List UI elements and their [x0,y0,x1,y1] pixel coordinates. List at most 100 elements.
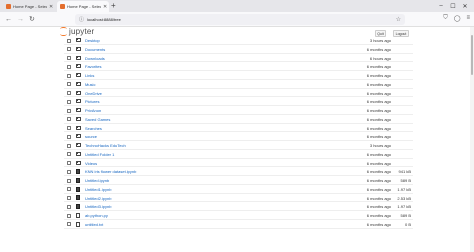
modified-time: 6 months ago [366,90,391,96]
row-checkbox[interactable] [67,82,71,87]
file-name-link[interactable]: Pictures [85,99,99,104]
file-name-link[interactable]: Untitled1.ipynb [85,187,111,192]
folder-icon [76,142,81,148]
folder-icon [76,46,81,51]
file-row[interactable]: PrivAnon 6 months ago [64,106,413,115]
close-window-icon[interactable]: ✕ [459,3,471,10]
tab-title: Home Page - Select or create [67,4,101,9]
file-row[interactable]: OneDrive 6 months ago [64,89,413,98]
file-row[interactable]: Untitled Folder 1 6 months ago [64,150,413,159]
row-checkbox[interactable] [67,117,71,122]
file-row[interactable]: source 6 months ago [64,132,413,141]
row-checkbox[interactable] [67,196,71,200]
new-tab-icon[interactable]: + [111,1,116,11]
jupyter-logo-icon [60,27,67,36]
back-icon[interactable]: ← [5,15,12,24]
file-row[interactable]: Untitled3.ipynb 6 months ago 1.97 kB [64,202,413,211]
modified-time: 6 months ago [366,221,391,227]
file-row[interactable]: Saved Games 6 months ago [64,115,413,124]
file-name-link[interactable]: source [85,134,97,139]
file-row[interactable]: KNN iris flower dataset.ipynb 6 months ag… [64,167,413,176]
file-row[interactable]: Videos 6 months ago [64,159,413,168]
row-checkbox[interactable] [67,161,71,165]
row-checkbox[interactable] [67,47,71,52]
jupyter-logo[interactable]: jupyter [60,27,94,36]
file-row[interactable]: Downloads 6 hours ago [64,54,413,63]
folder-icon [76,125,81,130]
file-row[interactable]: Untitled1.ipynb 6 months ago 1.97 kB [64,185,413,194]
page-info-icon[interactable]: ⓘ [79,16,84,23]
file-row[interactable]: Desktop 3 hours ago [64,36,413,45]
file-name-link[interactable]: Music [85,82,95,87]
file-row[interactable]: untitled.txt 6 months ago 0 B [64,220,413,229]
row-checkbox[interactable] [67,126,71,130]
reload-icon[interactable]: ↻ [29,15,35,24]
folder-icon [76,72,81,78]
scrollbar[interactable] [470,27,474,252]
row-checkbox[interactable] [67,169,71,174]
maximize-icon[interactable]: ☐ [447,3,459,10]
file-row[interactable]: Music 6 months ago [64,80,413,89]
modified-time: 6 months ago [366,213,391,218]
file-name-link[interactable]: Downloads [85,56,105,61]
notebook-icon [76,169,80,175]
url-text: localhost:8888/tree [87,17,121,22]
file-name-link[interactable]: Untitled2.ipynb [85,196,111,201]
file-name-link[interactable]: Videos [85,161,97,166]
file-name-link[interactable]: TechnoHacks EduTech [85,143,126,148]
close-tab-icon[interactable]: ✕ [103,4,107,10]
file-name-link[interactable]: Links [85,73,94,78]
browser-tab-1[interactable]: Home Page - Select or create ✕ [3,1,55,12]
row-checkbox[interactable] [67,187,71,192]
row-checkbox[interactable] [67,143,71,148]
row-checkbox[interactable] [67,56,71,60]
window-controls: – ☐ ✕ [435,0,471,12]
row-checkbox[interactable] [67,99,71,104]
file-row[interactable]: ab.python.py 6 months ago 589 B [64,211,413,220]
file-name-link[interactable]: Favorites [85,64,101,69]
scrollbar-thumb[interactable] [471,35,473,75]
row-checkbox[interactable] [67,213,71,218]
file-row[interactable]: Untitled.ipynb 6 months ago 589 B [64,176,413,185]
row-checkbox[interactable] [67,152,71,157]
file-name-link[interactable]: KNN iris flower dataset.ipynb [85,169,136,174]
shield-icon[interactable]: ⛉ [443,15,448,22]
row-checkbox[interactable] [67,134,71,139]
bookmark-star-icon[interactable]: ☆ [396,16,401,23]
file-name-link[interactable]: untitled.txt [85,222,103,227]
file-name-link[interactable]: Untitled3.ipynb [85,204,111,209]
forward-icon[interactable]: → [17,15,24,24]
file-row[interactable]: TechnoHacks EduTech 3 hours ago [64,141,413,150]
close-tab-icon[interactable]: ✕ [49,4,53,10]
file-row[interactable]: Documents 6 months ago [64,45,413,54]
row-checkbox[interactable] [67,204,71,209]
file-row[interactable]: Untitled2.ipynb 6 months ago 2.53 kB [64,194,413,203]
browser-tab-2[interactable]: Home Page - Select or create ✕ [57,1,109,12]
menu-icon[interactable]: ≡ [466,15,470,22]
file-size: 1.97 kB [397,186,411,192]
row-checkbox[interactable] [67,73,71,78]
row-checkbox[interactable] [67,108,71,113]
row-checkbox[interactable] [67,222,71,227]
account-icon[interactable]: ◯ [454,15,461,22]
address-bar[interactable]: ⓘ localhost:8888/tree ☆ [75,14,405,25]
file-name-link[interactable]: Desktop [85,38,100,43]
row-checkbox[interactable] [67,178,71,183]
file-name-link[interactable]: Untitled Folder 1 [85,152,114,157]
file-row[interactable]: Pictures 6 months ago [64,97,413,106]
row-checkbox[interactable] [67,91,71,95]
file-row[interactable]: Links 6 months ago [64,71,413,80]
file-row[interactable]: Favorites 6 months ago [64,62,413,71]
file-name-link[interactable]: PrivAnon [85,108,101,113]
file-name-link[interactable]: Untitled.ipynb [85,178,109,183]
row-checkbox[interactable] [67,64,71,69]
file-row[interactable]: Searches 6 months ago [64,124,413,133]
file-name-link[interactable]: Searches [85,126,102,131]
file-name-link[interactable]: Saved Games [85,117,110,122]
minimize-icon[interactable]: – [435,3,447,9]
tab-title: Home Page - Select or create [13,4,47,9]
file-name-link[interactable]: ab.python.py [85,213,108,218]
file-name-link[interactable]: OneDrive [85,91,102,96]
file-name-link[interactable]: Documents [85,47,105,52]
row-checkbox[interactable] [67,38,71,43]
